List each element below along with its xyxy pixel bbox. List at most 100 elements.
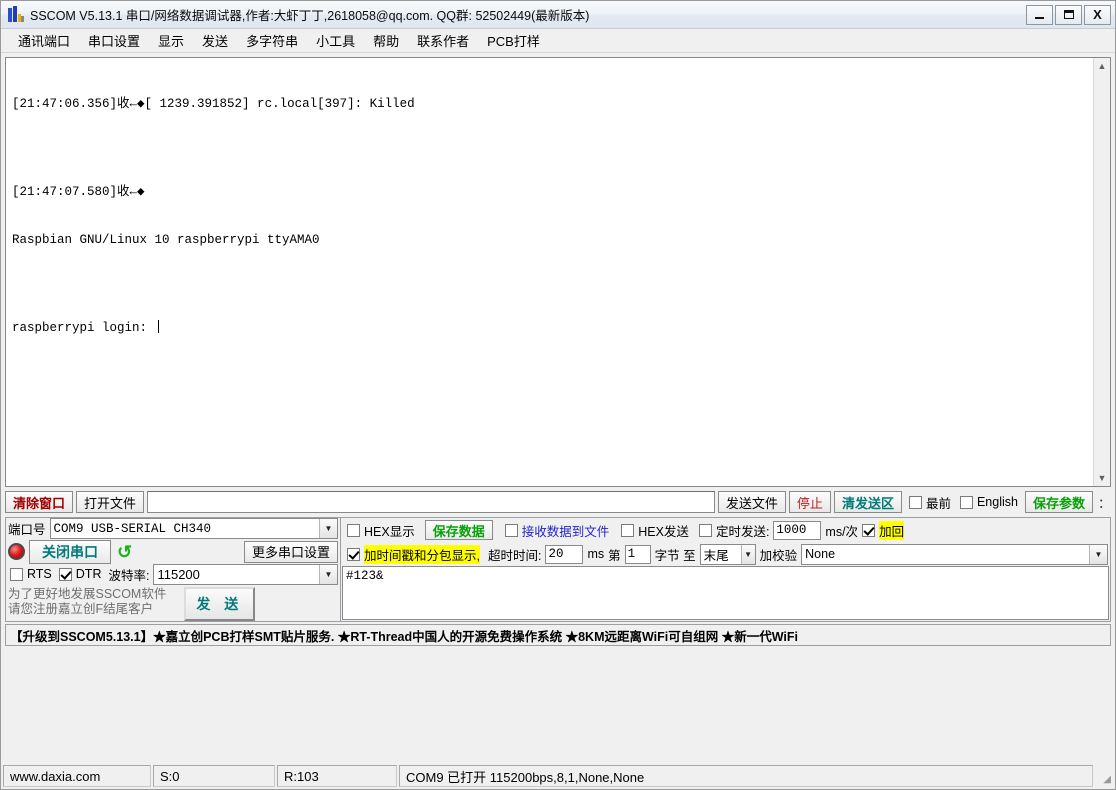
status-received-count: R:103 bbox=[277, 765, 397, 787]
file-path-input[interactable] bbox=[147, 491, 715, 513]
byte-range-label: 字节 至 bbox=[654, 548, 696, 563]
clear-window-button[interactable]: 清除窗口 bbox=[5, 491, 74, 513]
hex-send-checkbox[interactable]: HEX发送 bbox=[621, 521, 689, 540]
checkbox-box[interactable] bbox=[908, 495, 922, 509]
notice-line-2: 请您注册嘉立创F结尾客户 bbox=[8, 602, 154, 616]
byte-prefix-label: 第 bbox=[608, 548, 621, 563]
file-toolbar: 清除窗口 打开文件 发送文件 停止 清发送区 最前 English 保存参数 ： bbox=[5, 490, 1111, 514]
port-settings-column: 端口号 COM9 USB-SERIAL CH340 ▼ 关闭串口 ↻ 更多串口设… bbox=[5, 517, 341, 622]
baud-label: 波特率: bbox=[108, 568, 150, 583]
checksum-value: None bbox=[805, 547, 836, 561]
status-bar: www.daxia.com S:0 R:103 COM9 已打开 115200b… bbox=[3, 765, 1113, 787]
hex-display-checkbox[interactable]: HEX显示 bbox=[347, 521, 415, 540]
recv-to-file-checkbox[interactable]: 接收数据到文件 bbox=[504, 521, 610, 540]
minimize-icon bbox=[1035, 17, 1044, 19]
status-website[interactable]: www.daxia.com bbox=[3, 765, 151, 787]
chevron-down-icon[interactable]: ▼ bbox=[740, 544, 755, 564]
rts-label: RTS bbox=[27, 567, 52, 582]
close-button[interactable]: X bbox=[1084, 4, 1111, 25]
english-checkbox[interactable]: English bbox=[959, 495, 1018, 509]
data-options-column: HEX显示 保存数据 接收数据到文件 HEX发送 定时发送: 1000 ms/次 bbox=[341, 517, 1111, 622]
checkbox-box[interactable] bbox=[621, 523, 635, 537]
app-logo-icon bbox=[7, 5, 25, 24]
checkbox-box[interactable] bbox=[698, 523, 712, 537]
receive-prompt-text: raspberrypi login: bbox=[12, 321, 155, 335]
refresh-ports-icon[interactable]: ↻ bbox=[115, 542, 134, 562]
timestamp-options-row: 加时间戳和分包显示, 超时时间: 20 ms 第 1 字节 至 末尾 ▼ 加校验… bbox=[341, 542, 1110, 566]
clear-send-area-button[interactable]: 清发送区 bbox=[833, 491, 902, 513]
open-file-button[interactable]: 打开文件 bbox=[76, 491, 145, 513]
menu-item-help[interactable]: 帮助 bbox=[364, 29, 408, 52]
menu-item-comm-port[interactable]: 通讯端口 bbox=[9, 29, 79, 52]
timed-send-input[interactable]: 1000 bbox=[773, 520, 822, 540]
status-connection-info: COM9 已打开 115200bps,8,1,None,None bbox=[399, 765, 1093, 787]
save-data-button[interactable]: 保存数据 bbox=[424, 520, 493, 540]
menu-item-multi-string[interactable]: 多字符串 bbox=[237, 29, 307, 52]
byte-index-input[interactable]: 1 bbox=[624, 544, 651, 564]
stop-button[interactable]: 停止 bbox=[788, 491, 831, 513]
scroll-down-icon[interactable]: ▼ bbox=[1094, 470, 1110, 486]
byte-end-value: 末尾 bbox=[703, 548, 729, 563]
menu-item-tools[interactable]: 小工具 bbox=[307, 29, 364, 52]
timeout-input[interactable]: 20 bbox=[545, 544, 584, 564]
recv-to-file-label: 接收数据到文件 bbox=[521, 524, 610, 539]
checkbox-box[interactable] bbox=[347, 523, 360, 537]
receive-scrollbar[interactable]: ▲ ▼ bbox=[1093, 58, 1110, 486]
more-port-settings-button[interactable]: 更多串口设置 bbox=[243, 540, 338, 563]
menu-item-display[interactable]: 显示 bbox=[149, 29, 193, 52]
scroll-up-icon[interactable]: ▲ bbox=[1094, 58, 1110, 74]
receive-text[interactable]: [21:47:06.356]收←◆[ 1239.391852] rc.local… bbox=[6, 58, 1093, 486]
menu-item-pcb[interactable]: PCB打样 bbox=[478, 29, 549, 52]
timeout-label: 超时时间: bbox=[487, 548, 542, 563]
topmost-checkbox[interactable]: 最前 bbox=[908, 493, 951, 512]
menu-bar: 通讯端口 串口设置 显示 发送 多字符串 小工具 帮助 联系作者 PCB打样 bbox=[1, 29, 1115, 53]
checksum-select[interactable]: None ▼ bbox=[801, 543, 1108, 565]
more-indicator[interactable]: ： bbox=[1096, 493, 1111, 512]
menu-item-contact-author[interactable]: 联系作者 bbox=[408, 29, 478, 52]
minimize-button[interactable] bbox=[1026, 4, 1053, 25]
checkbox-box[interactable] bbox=[58, 567, 72, 581]
flow-control-row: RTS DTR 波特率: 115200 ▼ bbox=[6, 563, 340, 585]
checkbox-box[interactable] bbox=[862, 523, 876, 537]
save-params-button[interactable]: 保存参数 bbox=[1024, 491, 1093, 513]
send-file-button[interactable]: 发送文件 bbox=[717, 491, 786, 513]
registration-notice: 为了更好地发展SSCOM软件 请您注册嘉立创F结尾客户 bbox=[8, 587, 166, 617]
ms-per-label: ms/次 bbox=[825, 524, 859, 539]
menu-item-send[interactable]: 发送 bbox=[193, 29, 237, 52]
maximize-button[interactable] bbox=[1055, 4, 1082, 25]
receive-area[interactable]: [21:47:06.356]收←◆[ 1239.391852] rc.local… bbox=[5, 57, 1111, 487]
chevron-down-icon[interactable]: ▼ bbox=[1089, 544, 1107, 564]
byte-end-select[interactable]: 末尾 ▼ bbox=[699, 543, 756, 565]
maximize-icon bbox=[1063, 10, 1074, 19]
send-button[interactable]: 发 送 bbox=[184, 587, 256, 621]
baud-select[interactable]: 115200 ▼ bbox=[153, 563, 338, 585]
status-sent-count: S:0 bbox=[153, 765, 275, 787]
dtr-checkbox[interactable]: DTR bbox=[58, 567, 101, 581]
promo-banner[interactable]: 【升级到SSCOM5.13.1】★嘉立创PCB打样SMT贴片服务. ★RT-Th… bbox=[5, 624, 1111, 646]
text-caret bbox=[157, 320, 159, 333]
resize-grip-icon[interactable]: ◢ bbox=[1095, 765, 1113, 787]
close-port-button[interactable]: 关闭串口 bbox=[29, 539, 111, 564]
checkbox-box[interactable] bbox=[347, 547, 360, 561]
english-label: English bbox=[976, 495, 1018, 509]
checkbox-box[interactable] bbox=[10, 567, 23, 581]
receive-line: Raspbian GNU/Linux 10 raspberrypi ttyAMA… bbox=[12, 233, 320, 247]
checkbox-box[interactable] bbox=[959, 495, 973, 509]
timestamp-checkbox[interactable]: 加时间戳和分包显示, bbox=[347, 544, 480, 564]
receive-blank-line bbox=[12, 144, 1093, 152]
ms-label: ms bbox=[587, 547, 605, 561]
receive-options-row: HEX显示 保存数据 接收数据到文件 HEX发送 定时发送: 1000 ms/次 bbox=[341, 518, 1110, 542]
chevron-down-icon[interactable]: ▼ bbox=[319, 519, 337, 539]
notice-row: 为了更好地发展SSCOM软件 请您注册嘉立创F结尾客户 发 送 bbox=[6, 585, 340, 621]
chevron-down-icon[interactable]: ▼ bbox=[319, 564, 337, 584]
settings-panel: 端口号 COM9 USB-SERIAL CH340 ▼ 关闭串口 ↻ 更多串口设… bbox=[5, 517, 1111, 622]
timed-send-label: 定时发送: bbox=[715, 524, 770, 539]
checkbox-box[interactable] bbox=[504, 523, 518, 537]
timed-send-checkbox[interactable]: 定时发送: bbox=[698, 521, 770, 540]
port-select[interactable]: COM9 USB-SERIAL CH340 ▼ bbox=[49, 518, 338, 540]
menu-item-serial-settings[interactable]: 串口设置 bbox=[79, 29, 149, 52]
rts-checkbox[interactable]: RTS bbox=[10, 567, 52, 581]
send-text-area[interactable]: #123& bbox=[342, 566, 1109, 620]
port-label: 端口号 bbox=[8, 523, 46, 538]
add-newline-checkbox[interactable]: 加回 bbox=[862, 520, 905, 540]
